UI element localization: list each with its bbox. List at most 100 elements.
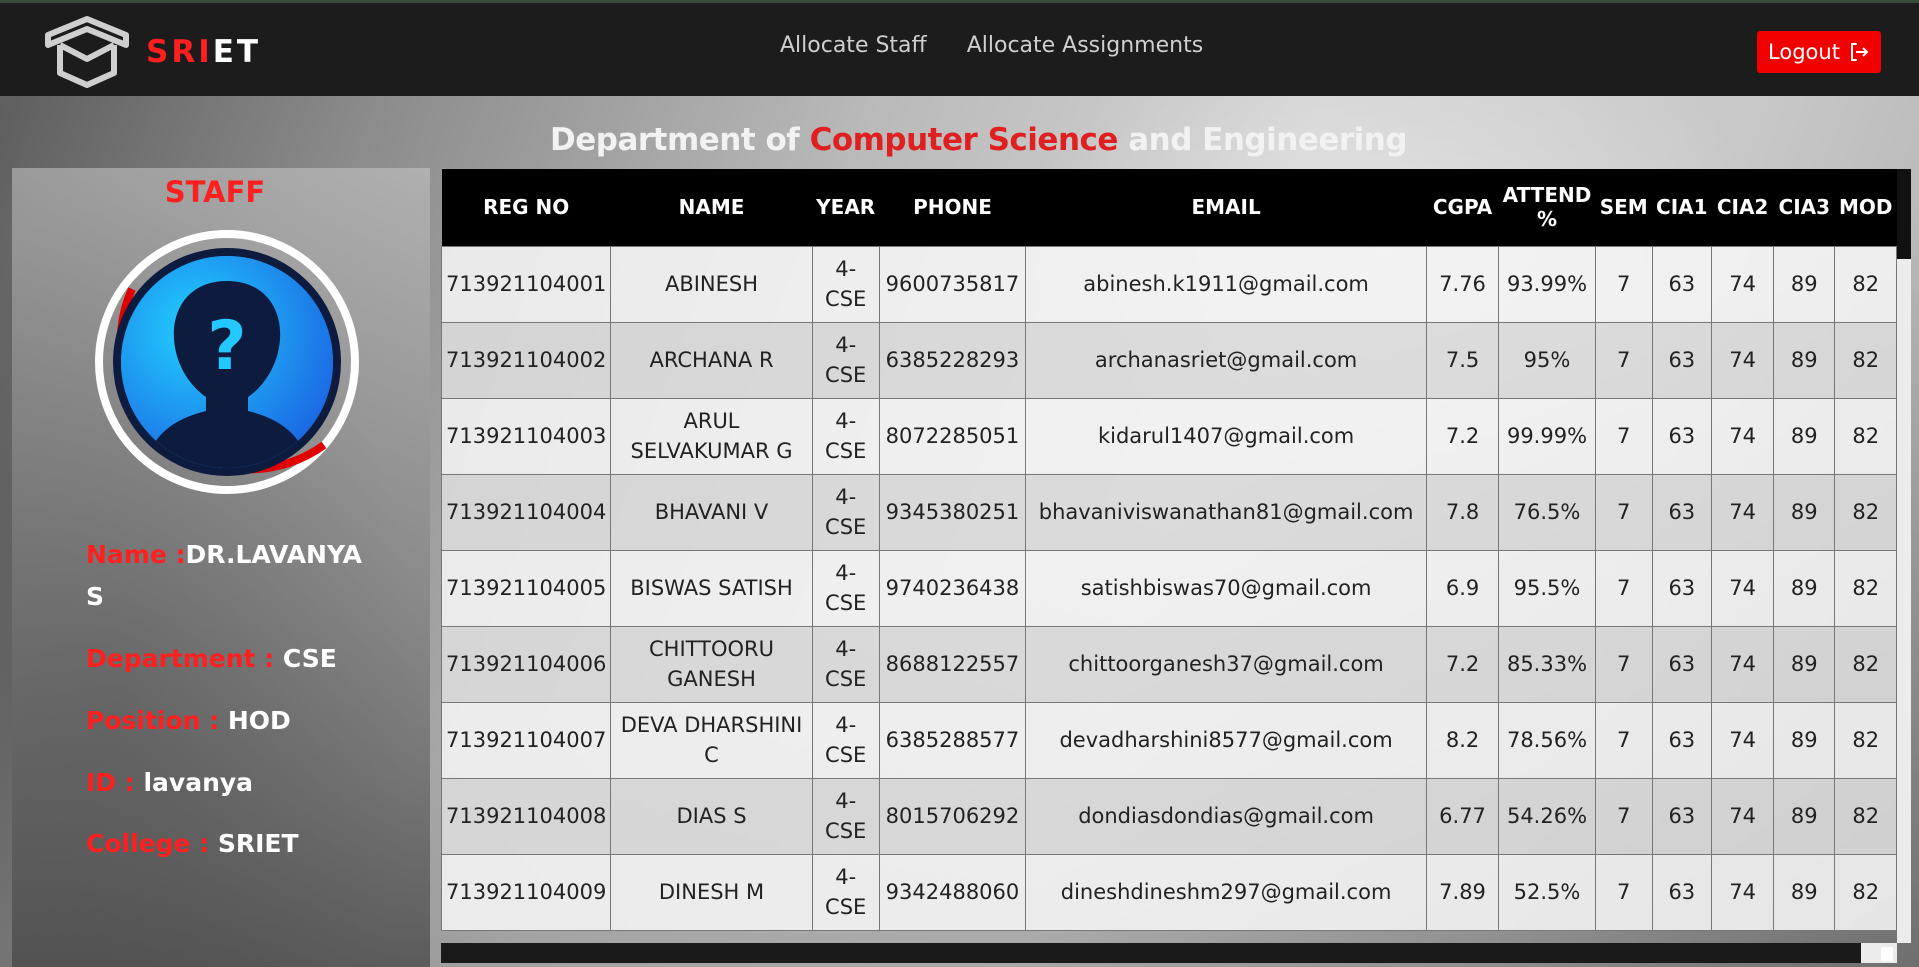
table-cell: 713921104009 (441, 853, 612, 931)
page-title: Department of Computer Science and Engin… (550, 122, 1408, 158)
table-cell: 99.99% (1498, 397, 1596, 475)
staff-college: College : SRIET (86, 829, 299, 858)
table-header-row: REG NO NAME YEAR PHONE EMAIL CGPA ATTEND % SEM C… (441, 169, 1897, 246)
svg-text:?: ? (207, 307, 246, 386)
table-cell: 63 (1651, 701, 1713, 779)
table-cell: 85.33% (1498, 625, 1596, 703)
table-cell: 74 (1711, 549, 1775, 627)
table-cell: DEVA DHARSHINI C (610, 701, 813, 779)
table-cell: 713921104007 (441, 701, 612, 779)
logout-label: Logout (1768, 40, 1840, 64)
table-row[interactable]: 713921104009 DINESH M 4-CSE 9342488060 dines… (441, 853, 1897, 931)
table-cell: DINESH M (610, 853, 813, 931)
students-table-container[interactable]: REG NO NAME YEAR PHONE EMAIL CGPA ATTEND % SEM C… (441, 169, 1897, 967)
table-row[interactable]: 713921104007 DEVA DHARSHINI C 4-CSE 6385288… (441, 701, 1897, 779)
table-cell: archanasriet@gmail.com (1025, 321, 1427, 399)
staff-avatar-icon: ? (95, 230, 359, 494)
scroll-corner (1881, 947, 1893, 961)
table-cell: ARCHANA R (610, 321, 813, 399)
table-cell: 8015706292 (878, 777, 1027, 855)
table-cell: kidarul1407@gmail.com (1025, 397, 1427, 475)
column-header: CIA2 (1711, 169, 1774, 246)
table-cell: 74 (1711, 853, 1775, 931)
table-cell: 8.2 (1425, 701, 1500, 779)
table-cell: BHAVANI V (610, 473, 813, 551)
table-cell: ABINESH (610, 245, 813, 323)
table-cell: dineshdineshm297@gmail.com (1025, 853, 1427, 931)
table-cell: 89 (1773, 625, 1836, 703)
table-cell: 82 (1834, 549, 1897, 627)
table-cell: 7 (1594, 321, 1653, 399)
vertical-scrollbar-thumb[interactable] (1897, 169, 1911, 259)
table-cell: 82 (1834, 397, 1897, 475)
graduation-cap-logo-icon (45, 16, 129, 88)
brand[interactable]: SRIET (44, 15, 261, 89)
column-header: ATTEND % (1498, 169, 1596, 246)
table-cell: 9740236438 (878, 549, 1027, 627)
column-header: REG NO (441, 169, 611, 246)
nav-allocate-staff[interactable]: Allocate Staff (780, 33, 927, 58)
staff-name: Name :DR.LAVANYA S (86, 540, 363, 611)
staff-position: Position : HOD (86, 706, 291, 735)
table-cell: 76.5% (1498, 473, 1596, 551)
table-cell: 6385288577 (878, 701, 1027, 779)
staff-panel-title: STAFF (164, 175, 266, 209)
table-cell: 54.26% (1498, 777, 1596, 855)
table-cell: 9600735817 (878, 245, 1027, 323)
table-cell: 4-CSE (811, 853, 880, 931)
table-cell: 4-CSE (811, 701, 880, 779)
table-cell: ARUL SELVAKUMAR G (610, 397, 813, 475)
table-cell: 63 (1651, 549, 1713, 627)
table-cell: 8688122557 (878, 625, 1027, 703)
logout-button[interactable]: Logout (1757, 31, 1881, 73)
table-cell: 89 (1773, 853, 1836, 931)
horizontal-scrollbar[interactable] (441, 943, 1897, 963)
table-cell: dondiasdondias@gmail.com (1025, 777, 1427, 855)
table-row[interactable]: 713921104001 ABINESH 4-CSE 9600735817 abines… (441, 245, 1897, 323)
table-row[interactable]: 713921104005 BISWAS SATISH 4-CSE 9740236438… (441, 549, 1897, 627)
table-cell: 82 (1834, 245, 1897, 323)
table-cell: 89 (1773, 397, 1836, 475)
table-cell: 82 (1834, 853, 1897, 931)
table-cell: 63 (1651, 853, 1713, 931)
table-cell: bhavaniviswanathan81@gmail.com (1025, 473, 1427, 551)
table-cell: devadharshini8577@gmail.com (1025, 701, 1427, 779)
table-row[interactable]: 713921104003 ARUL SELVAKUMAR G 4-CSE 807228… (441, 397, 1897, 475)
table-cell: 74 (1711, 701, 1775, 779)
table-cell: 63 (1651, 245, 1713, 323)
vertical-scrollbar[interactable] (1897, 169, 1911, 943)
table-cell: 7 (1594, 549, 1653, 627)
table-cell: 6.77 (1425, 777, 1500, 855)
table-cell: 713921104002 (441, 321, 612, 399)
table-cell: 713921104008 (441, 777, 612, 855)
table-cell: 6385228293 (878, 321, 1027, 399)
table-cell: 89 (1773, 701, 1836, 779)
staff-id: ID : lavanya (86, 768, 254, 797)
column-header: CGPA (1426, 169, 1499, 246)
table-cell: 713921104005 (441, 549, 612, 627)
table-cell: 7.76 (1425, 245, 1500, 323)
main-nav: Allocate Staff Allocate Assignments (780, 33, 1203, 58)
table-row[interactable]: 713921104006 CHITTOORU GANESH 4-CSE 8688122… (441, 625, 1897, 703)
table-cell: 89 (1773, 245, 1836, 323)
table-row[interactable]: 713921104004 BHAVANI V 4-CSE 9345380251 bhav… (441, 473, 1897, 551)
table-cell: 4-CSE (811, 321, 880, 399)
table-cell: 713921104004 (441, 473, 612, 551)
brand-name: SRIET (146, 34, 262, 70)
column-header: MOD (1834, 169, 1897, 246)
column-header: CIA1 (1652, 169, 1712, 246)
table-cell: 6.9 (1425, 549, 1500, 627)
table-cell: DIAS S (610, 777, 813, 855)
table-cell: BISWAS SATISH (610, 549, 813, 627)
table-row[interactable]: 713921104002 ARCHANA R 4-CSE 6385228293 arch… (441, 321, 1897, 399)
table-cell: 4-CSE (811, 777, 880, 855)
table-cell: 9345380251 (878, 473, 1027, 551)
table-cell: 95.5% (1498, 549, 1596, 627)
table-row[interactable]: 713921104008 DIAS S 4-CSE 8015706292 dondias… (441, 777, 1897, 855)
table-cell: 63 (1651, 473, 1713, 551)
horizontal-scrollbar-thumb[interactable] (441, 943, 1861, 963)
column-header: YEAR (812, 169, 880, 246)
table-cell: 4-CSE (811, 625, 880, 703)
nav-allocate-assignments[interactable]: Allocate Assignments (967, 33, 1203, 58)
table-cell: 7.5 (1425, 321, 1500, 399)
